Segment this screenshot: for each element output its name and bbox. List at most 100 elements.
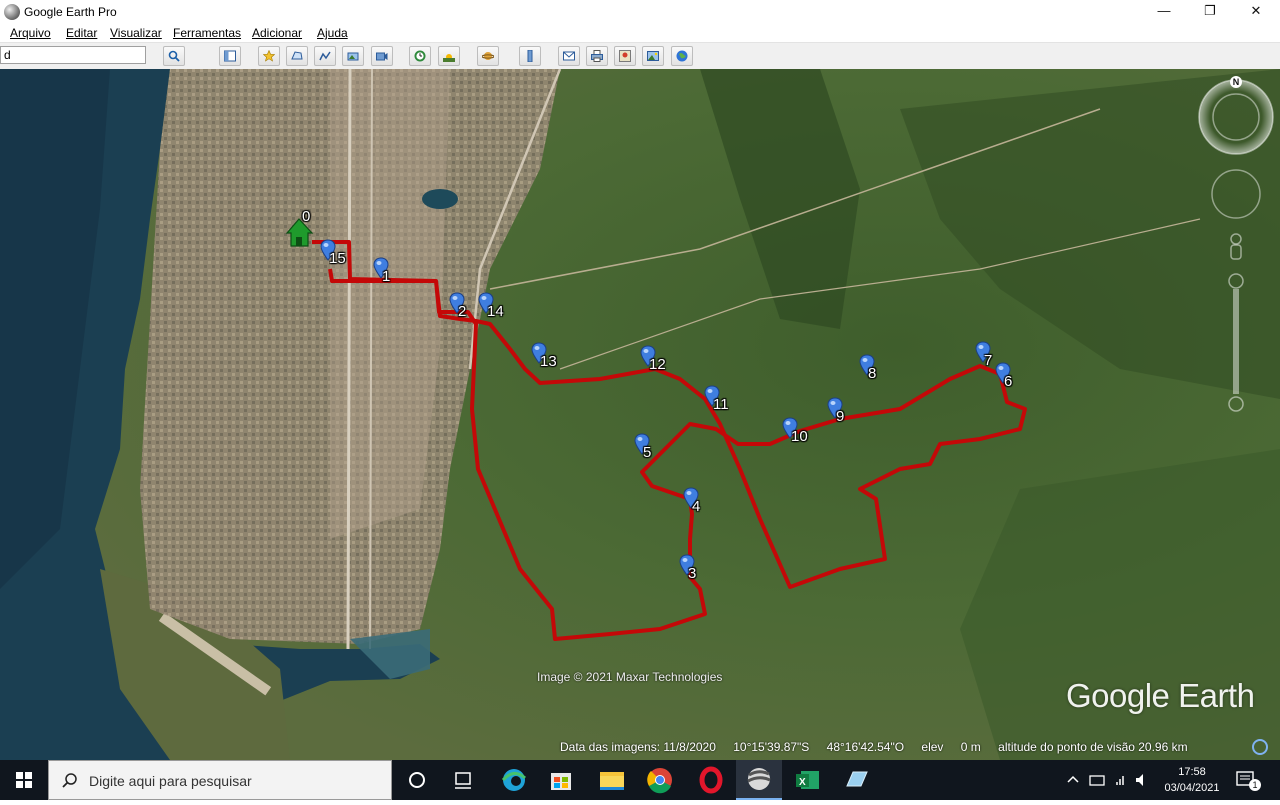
placemark-label: 15: [329, 250, 346, 267]
add-polygon-button[interactable]: [286, 46, 308, 66]
app-window-icon: [846, 771, 868, 787]
tour-icon: [376, 52, 388, 61]
cortana-button[interactable]: [394, 760, 440, 800]
add-placemark-button[interactable]: [258, 46, 280, 66]
view-in-maps-icon: [619, 50, 631, 62]
print-button[interactable]: [586, 46, 608, 66]
system-tray[interactable]: [1062, 772, 1152, 788]
taskbar-search-box[interactable]: Digite aqui para pesquisar: [48, 760, 392, 800]
taskbar-opera[interactable]: [688, 760, 734, 800]
menu-visualizar[interactable]: Visualizar: [110, 26, 162, 40]
longitude-readout: 48°16'42.54"O: [826, 740, 905, 754]
start-button[interactable]: [0, 760, 48, 800]
save-image-icon: [647, 51, 659, 61]
google-earth-icon: [747, 768, 771, 790]
switch-planet-button[interactable]: [477, 46, 499, 66]
imagery-credit: Image © 2021 Maxar Technologies: [537, 670, 723, 684]
compass-ring[interactable]: [1198, 79, 1274, 155]
minimize-button[interactable]: —: [1141, 0, 1187, 24]
add-image-overlay-button[interactable]: [342, 46, 364, 66]
search-icon: [62, 773, 77, 788]
placemark-label: 11: [713, 396, 729, 413]
cortana-icon: [409, 772, 425, 788]
sunlight-icon: [443, 54, 455, 62]
taskbar-excel[interactable]: X: [785, 760, 831, 800]
taskbar-search-placeholder: Digite aqui para pesquisar: [89, 773, 252, 789]
eye-altitude: altitude do ponto de visão 20.96 km: [998, 740, 1188, 754]
menu-editar[interactable]: Editar: [66, 26, 97, 40]
earth-gallery-button[interactable]: [671, 46, 693, 66]
add-path-button[interactable]: [314, 46, 336, 66]
overlay-icon: [347, 52, 359, 61]
opera-icon: [699, 766, 723, 794]
notification-count-badge: 1: [1249, 779, 1261, 791]
ruler-button[interactable]: [519, 46, 541, 66]
placemark-0-label: 0: [302, 208, 311, 225]
menu-ajuda[interactable]: Ajuda: [317, 26, 348, 40]
clock-date: 03/04/2021: [1164, 782, 1220, 794]
save-image-button[interactable]: [642, 46, 664, 66]
placemark-label: 5: [643, 444, 652, 461]
taskbar-clock[interactable]: 17:58 03/04/2021: [1162, 764, 1222, 796]
pond: [422, 189, 458, 209]
menu-adicionar[interactable]: Adicionar: [252, 26, 302, 40]
title-bar: Google Earth Pro — ❐ ✕: [0, 0, 1280, 24]
placemark-label: 6: [1004, 373, 1013, 390]
record-tour-button[interactable]: [371, 46, 393, 66]
search-button[interactable]: [163, 46, 185, 66]
sidebar-icon: [224, 50, 236, 62]
email-button[interactable]: [558, 46, 580, 66]
placemark-label: 2: [458, 303, 467, 320]
sunlight-button[interactable]: [438, 46, 460, 66]
email-icon: [563, 51, 575, 61]
placemark-label: 13: [540, 353, 557, 370]
taskbar-chrome[interactable]: [637, 760, 683, 800]
maximize-button[interactable]: ❐: [1187, 0, 1233, 24]
elevation-value: 0 m: [960, 740, 981, 754]
placemark-label: 12: [649, 356, 666, 373]
network-icon[interactable]: [1116, 776, 1124, 785]
map-viewport[interactable]: N 0 1 2 3 4 5 6 7 8 9 10 11 12 13 14 15 Image © 2021 M…: [0, 69, 1280, 760]
task-view-button[interactable]: [440, 760, 486, 800]
window-title: Google Earth Pro: [24, 5, 117, 19]
placemark-label: 3: [688, 565, 697, 582]
sidebar-toggle-button[interactable]: [219, 46, 241, 66]
toolbar: [0, 42, 1280, 71]
taskbar-google-earth-pro[interactable]: [736, 760, 782, 800]
placemark-label: 9: [836, 408, 845, 425]
taskbar-store[interactable]: [538, 760, 584, 800]
edge-icon: [501, 769, 527, 791]
excel-icon: X: [796, 771, 819, 789]
google-earth-app-icon: [4, 4, 20, 20]
imagery-date: Data das imagens: 11/8/2020: [560, 740, 716, 754]
placemark-icon: [263, 50, 275, 62]
compass-north-label: N: [1230, 76, 1242, 88]
battery-icon[interactable]: [1089, 775, 1105, 786]
placemark-label: 14: [487, 303, 504, 320]
svg-text:X: X: [799, 777, 806, 788]
menu-ferramentas[interactable]: Ferramentas: [173, 26, 241, 40]
taskbar-edge[interactable]: [491, 760, 537, 800]
search-icon: [168, 50, 180, 62]
taskbar-app-window[interactable]: [833, 760, 879, 800]
placemark-label: 7: [984, 352, 993, 369]
historical-imagery-button[interactable]: [409, 46, 431, 66]
task-view-icon: [455, 772, 471, 789]
path-icon: [319, 51, 331, 61]
satellite-imagery: [0, 69, 1280, 760]
planets-icon: [482, 52, 494, 60]
close-button[interactable]: ✕: [1233, 0, 1279, 24]
placemark-label: 1: [382, 268, 391, 285]
notifications-button[interactable]: 1: [1234, 768, 1261, 792]
tray-overflow-chevron-icon[interactable]: [1067, 775, 1079, 783]
view-in-google-maps-button[interactable]: [614, 46, 636, 66]
search-input[interactable]: [0, 46, 146, 64]
ruler-icon: [527, 50, 533, 62]
earth-gallery-icon: [676, 50, 688, 62]
taskbar-file-explorer[interactable]: [589, 760, 635, 800]
placemark-label: 8: [868, 365, 877, 382]
folder-icon: [600, 772, 624, 790]
volume-icon[interactable]: [1136, 774, 1143, 786]
windows-logo-icon: [16, 772, 32, 788]
menu-arquivo[interactable]: Arquivo: [10, 26, 51, 40]
